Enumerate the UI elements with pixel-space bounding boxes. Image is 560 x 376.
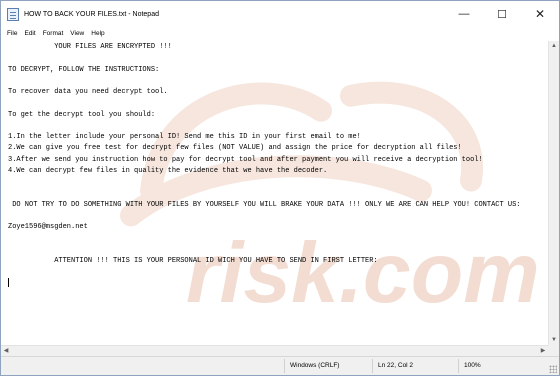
text-line: 4.We can decrypt few files in quality th… [8,166,328,175]
scroll-left-arrow-icon[interactable]: ◀ [1,346,11,356]
text-line: TO DECRYPT, FOLLOW THE INSTRUCTIONS: [8,65,160,74]
text-line: ATTENTION !!! THIS IS YOUR PERSONAL ID W… [8,256,378,265]
status-zoom: 100% [458,359,548,373]
notepad-app-icon [7,7,19,21]
text-line [8,177,548,188]
horizontal-scrollbar[interactable]: ◀ ▶ [1,345,548,356]
text-line [8,121,548,132]
scroll-right-arrow-icon[interactable]: ▶ [538,346,548,356]
menu-view[interactable]: View [66,30,87,37]
status-cursor-position: Ln 22, Col 2 [372,359,458,373]
text-line [8,267,548,278]
text-line: To get the decrypt tool you should: [8,110,156,119]
text-line [8,245,548,256]
text-line [8,98,548,109]
text-line: YOUR FILES ARE ENCRYPTED !!! [8,43,172,51]
close-button[interactable]: ✕ [521,1,559,27]
text-editor[interactable]: risk.com YOUR FILES ARE ENCRYPTED !!! TO … [1,41,548,345]
menu-help[interactable]: Help [87,30,107,37]
menu-edit[interactable]: Edit [20,30,38,37]
text-line [8,278,548,289]
scroll-down-arrow-icon[interactable]: ▼ [549,335,559,345]
menu-bar: File Edit Format View Help [1,27,559,40]
text-line: 3.After we send you instruction how to p… [8,155,483,164]
text-line [8,211,548,222]
text-line [8,76,548,87]
text-line: To recover data you need decrypt tool. [8,88,168,96]
text-line [8,233,548,244]
resize-grip-icon[interactable] [549,365,557,373]
text-line: DO NOT TRY TO DO SOMETHING WITH YOUR FIL… [8,200,521,209]
window-title: HOW TO BACK YOUR FILES.txt - Notepad [24,10,159,18]
text-line [8,53,548,64]
vertical-scrollbar[interactable]: ▲ ▼ [548,41,559,345]
minimize-button[interactable]: — [445,1,483,27]
maximize-button[interactable]: ☐ [483,1,521,27]
status-bar: Windows (CRLF) Ln 22, Col 2 100% [1,356,559,375]
status-encoding: Windows (CRLF) [284,359,372,373]
menu-file[interactable]: File [1,30,20,37]
notepad-window: HOW TO BACK YOUR FILES.txt - Notepad — ☐… [0,0,560,376]
document-text[interactable]: YOUR FILES ARE ENCRYPTED !!! TO DECRYPT, … [8,42,548,345]
scrollbar-corner [548,345,559,356]
menu-format[interactable]: Format [39,30,67,37]
text-line: 2.We can give you free test for decrypt … [8,144,462,153]
text-line [8,188,548,199]
scroll-up-arrow-icon[interactable]: ▲ [549,41,559,51]
title-bar[interactable]: HOW TO BACK YOUR FILES.txt - Notepad — ☐… [1,1,559,27]
text-line: Zoye1596@msgden.net [8,223,88,231]
text-caret [8,278,9,288]
text-line: 1.In the letter include your personal ID… [8,133,361,141]
